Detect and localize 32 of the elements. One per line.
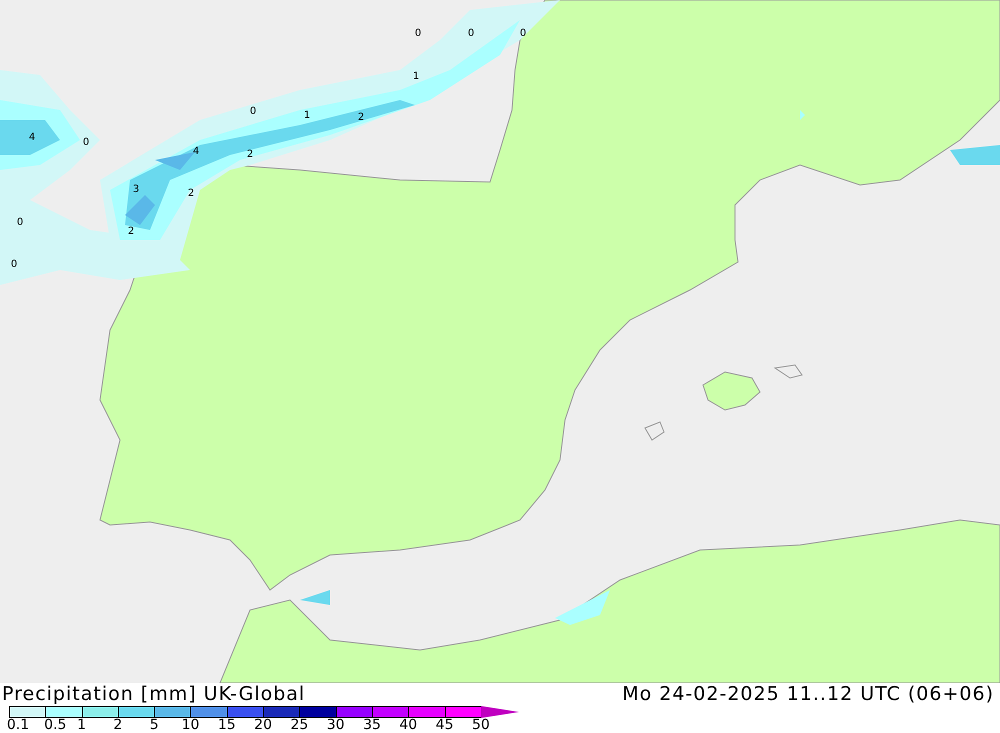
scale-tick-label: 30 bbox=[326, 718, 345, 732]
scale-tick-label: 2 bbox=[113, 718, 122, 732]
map-value-label: 2 bbox=[358, 112, 364, 123]
map-value-label: 1 bbox=[304, 110, 310, 121]
map-value-label: 0 bbox=[468, 28, 474, 39]
scale-tick-label: 20 bbox=[254, 718, 272, 732]
map-value-label: 4 bbox=[192, 146, 200, 157]
map-value-label: 1 bbox=[412, 71, 420, 82]
map-value-label: 0 bbox=[16, 217, 24, 228]
valid-time: Mo 24-02-2025 11..12 UTC (06+06) bbox=[622, 683, 995, 705]
scale-tick-label: 25 bbox=[290, 718, 308, 732]
scale-tick-label: 45 bbox=[436, 718, 454, 732]
map-value-label: 2 bbox=[246, 149, 254, 160]
map-value-label: 2 bbox=[128, 226, 134, 237]
scale-tick-label: 1 bbox=[77, 718, 86, 732]
scale-tick-label: 0.5 bbox=[44, 718, 66, 732]
map-value-label: 0 bbox=[250, 106, 256, 117]
scale-tick-label: 35 bbox=[363, 718, 381, 732]
map-value-label: 3 bbox=[132, 184, 140, 195]
map-value-label: 0 bbox=[10, 259, 18, 270]
map-value-label: 4 bbox=[28, 132, 36, 143]
scale-tick-label: 5 bbox=[150, 718, 159, 732]
scale-tick-label: 50 bbox=[472, 718, 490, 732]
scale-tick-label: 15 bbox=[218, 718, 236, 732]
scale-tick-label: 0.1 bbox=[6, 718, 30, 732]
map-title: Precipitation [mm] UK-Global bbox=[2, 683, 306, 705]
map-value-label: 0 bbox=[414, 28, 422, 39]
scale-tick-label: 40 bbox=[399, 718, 418, 732]
map-value-label: 0 bbox=[82, 137, 90, 148]
scale-tick-label: 10 bbox=[182, 718, 200, 732]
map-value-label: 0 bbox=[520, 28, 526, 39]
map-value-label: 2 bbox=[188, 188, 194, 199]
